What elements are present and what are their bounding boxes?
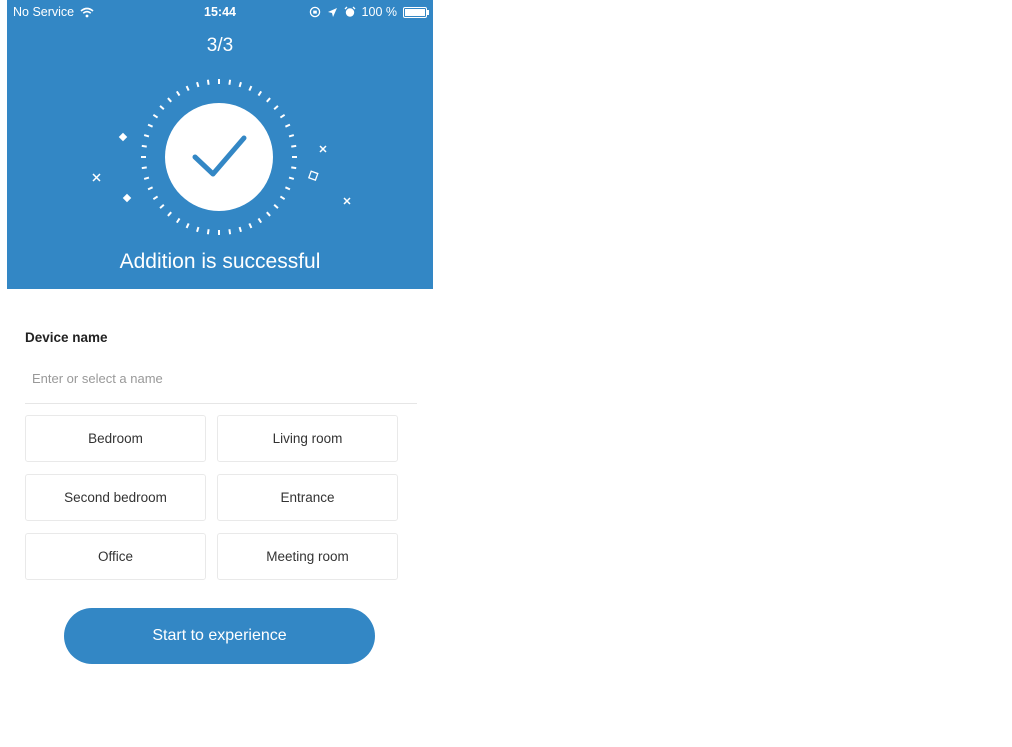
ring-tick [159, 204, 165, 209]
sparkle-diamond-left-bottom [122, 193, 132, 203]
room-option-second-bedroom[interactable]: Second bedroom [25, 474, 206, 521]
device-name-label: Device name [25, 330, 108, 345]
device-name-input[interactable]: Enter or select a name [25, 371, 417, 393]
success-illustration [92, 79, 351, 235]
sparkle-cross-left [92, 173, 101, 182]
ring-tick [175, 217, 181, 224]
battery-icon [403, 6, 429, 18]
room-suggestions: Bedroom Living room Second bedroom Entra… [25, 415, 417, 580]
ring-tick [238, 226, 242, 233]
ring-tick [248, 222, 253, 229]
ring-tick [284, 186, 291, 191]
check-circle [165, 103, 273, 211]
ring-tick [228, 229, 232, 235]
ring-tick [288, 134, 295, 138]
ring-tick [167, 97, 172, 103]
location-arrow-icon [327, 7, 337, 17]
ring-tick [248, 85, 253, 92]
ring-tick [175, 90, 181, 97]
ring-tick [291, 144, 297, 148]
alarm-icon [344, 6, 356, 17]
ring-tick [147, 186, 154, 191]
ring-tick [141, 144, 147, 148]
ring-tick [284, 123, 291, 128]
ring-tick [167, 211, 172, 217]
success-message: Addition is successful [119, 250, 321, 273]
input-divider [25, 403, 417, 404]
ring-tick [143, 134, 150, 138]
ring-tick [257, 217, 263, 224]
ring-tick [141, 166, 147, 170]
room-option-meeting-room[interactable]: Meeting room [217, 533, 398, 580]
ring-tick [279, 113, 286, 119]
ring-tick [206, 79, 210, 85]
ring-tick [273, 105, 279, 110]
ring-tick [159, 105, 165, 110]
ring-tick [143, 176, 150, 180]
ring-tick [196, 226, 200, 233]
ring-tick [196, 81, 200, 88]
ring-tick [273, 204, 279, 209]
ring-tick [266, 211, 271, 217]
room-option-office[interactable]: Office [25, 533, 206, 580]
ring-tick [228, 79, 232, 85]
ring-tick [279, 195, 286, 201]
ring-tick [185, 222, 190, 229]
room-option-living-room[interactable]: Living room [217, 415, 398, 462]
room-option-bedroom[interactable]: Bedroom [25, 415, 206, 462]
sparkle-cross-right-top [319, 145, 327, 153]
ring-tick [266, 97, 271, 103]
ring-tick [206, 229, 210, 235]
ring-tick [152, 113, 159, 119]
orientation-lock-icon [309, 6, 320, 18]
device-setup-screen: No Service 15:44 100 % 3/3 Addition is s… [7, 0, 433, 747]
success-header: No Service 15:44 100 % 3/3 Addition is s… [7, 0, 433, 289]
ring-tick [238, 81, 242, 88]
status-bar: No Service 15:44 100 % [7, 4, 433, 22]
device-name-form: Device name Enter or select a name Bedro… [25, 330, 417, 580]
start-experience-button[interactable]: Start to experience [64, 608, 375, 664]
room-option-entrance[interactable]: Entrance [217, 474, 398, 521]
sparkle-diamond-left-top [118, 132, 128, 142]
ring-tick [257, 90, 263, 97]
ring-tick [291, 166, 297, 170]
ring-tick [185, 85, 190, 92]
sparkle-cross-right-bottom [343, 197, 351, 205]
ring-tick [147, 123, 154, 128]
ring-tick [152, 195, 159, 201]
ring-tick [288, 176, 295, 180]
sparkle-square-right [307, 170, 319, 181]
battery-percent: 100 % [361, 5, 397, 19]
step-indicator: 3/3 [206, 35, 234, 56]
